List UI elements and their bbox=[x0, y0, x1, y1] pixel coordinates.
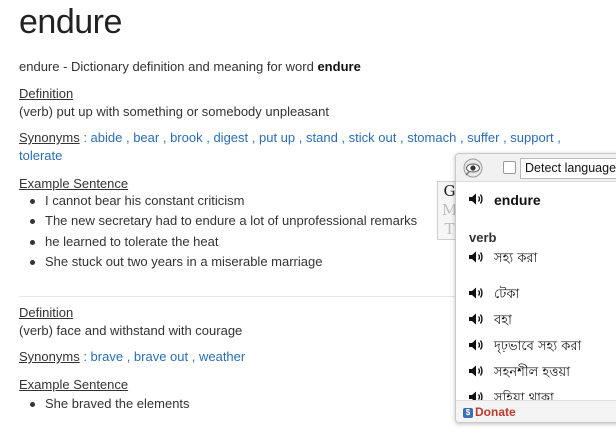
synonym-link[interactable]: suffer bbox=[467, 130, 499, 145]
speaker-icon[interactable] bbox=[468, 250, 484, 264]
dictionary-page: endure endure - Dictionary definition an… bbox=[0, 0, 616, 434]
example-sentence-heading: Example Sentence bbox=[19, 377, 129, 392]
synonym-link[interactable]: stand bbox=[306, 130, 338, 145]
synonym-link[interactable]: brook bbox=[170, 130, 203, 145]
section-divider bbox=[19, 296, 459, 297]
donate-icon: $ bbox=[463, 408, 473, 418]
popup-footer: $ Donate bbox=[456, 400, 616, 422]
synonym-link[interactable]: brave bbox=[91, 349, 124, 364]
example-sentence: he learned to tolerate the heat bbox=[30, 232, 417, 252]
speaker-icon[interactable] bbox=[468, 338, 484, 352]
example-list: I cannot bear his constant criticism The… bbox=[30, 191, 417, 272]
synonym-link[interactable]: tolerate bbox=[19, 148, 62, 163]
synonyms-label: Synonyms bbox=[19, 349, 80, 364]
synonym-link[interactable]: digest bbox=[213, 130, 248, 145]
eye-icon[interactable] bbox=[462, 158, 484, 178]
definition-text: (verb) face and withstand with courage bbox=[19, 323, 243, 338]
translation-item: টেকা bbox=[494, 287, 520, 302]
synonym-link[interactable]: put up bbox=[259, 130, 295, 145]
speaker-icon[interactable] bbox=[468, 364, 484, 378]
definition-text: (verb) put up with something or somebody… bbox=[19, 104, 330, 119]
translation-item: সহনশীল হত্তয়া bbox=[494, 365, 570, 380]
synonym-link[interactable]: brave out bbox=[134, 349, 188, 364]
synonym-link[interactable]: weather bbox=[199, 349, 245, 364]
translation-item: বহা bbox=[494, 313, 512, 328]
definition-heading: Definition bbox=[19, 86, 74, 101]
detect-language-select[interactable]: Detect language bbox=[520, 158, 616, 179]
synonym-link[interactable]: abide bbox=[91, 130, 123, 145]
synonym-link[interactable]: stomach bbox=[407, 130, 456, 145]
detect-language-checkbox[interactable] bbox=[503, 161, 516, 174]
intro-text: endure - Dictionary definition and meani… bbox=[19, 59, 361, 74]
synonym-link[interactable]: stick out bbox=[349, 130, 397, 145]
translation-item: দৃঢ়ভাবে সহ্য করা bbox=[494, 339, 582, 354]
example-sentence: She braved the elements bbox=[30, 394, 190, 414]
example-sentence: I cannot bear his constant criticism bbox=[30, 191, 417, 211]
translation-item: সহ্য করা bbox=[494, 251, 538, 266]
speaker-icon[interactable] bbox=[468, 192, 484, 206]
speaker-icon[interactable] bbox=[468, 286, 484, 300]
translator-popup: Detect language endure verb সহ্য করা টেক… bbox=[455, 153, 616, 423]
part-of-speech: verb bbox=[469, 230, 497, 245]
synonym-link[interactable]: bear bbox=[133, 130, 159, 145]
synonyms-label: Synonyms bbox=[19, 130, 80, 145]
example-list: She braved the elements bbox=[30, 394, 190, 414]
synonym-link[interactable]: support bbox=[510, 130, 553, 145]
example-sentence: She stuck out two years in a miserable m… bbox=[30, 252, 417, 272]
example-sentence: The new secretary had to endure a lot of… bbox=[30, 211, 417, 231]
definition-heading: Definition bbox=[19, 305, 74, 320]
intro-word: endure bbox=[317, 59, 361, 74]
translation-headword: endure bbox=[494, 192, 541, 208]
page-title: endure bbox=[19, 3, 122, 41]
intro-prefix: endure - Dictionary definition and meani… bbox=[19, 59, 318, 74]
donate-link[interactable]: Donate bbox=[475, 405, 516, 419]
speaker-icon[interactable] bbox=[468, 312, 484, 326]
example-sentence-heading: Example Sentence bbox=[19, 176, 129, 191]
popup-toolbar: Detect language bbox=[456, 154, 616, 182]
